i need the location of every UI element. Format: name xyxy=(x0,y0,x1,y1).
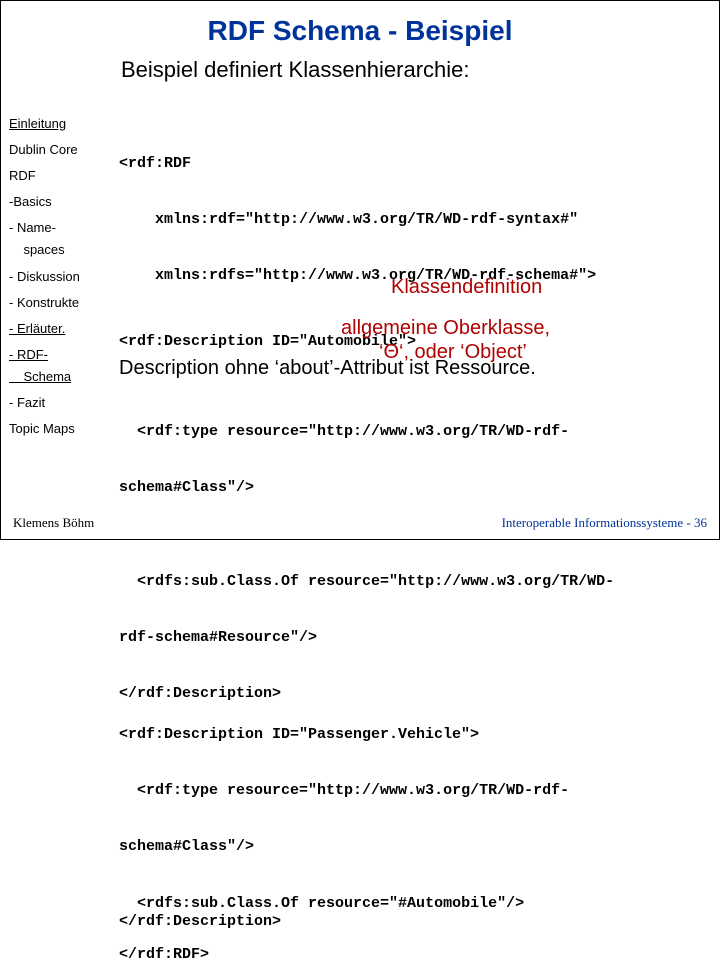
code-line: <rdf:type resource="http://www.w3.org/TR… xyxy=(119,782,707,801)
annotation-oberklasse-2: ‘Θ‘, oder ‘Object’ xyxy=(379,341,527,364)
annotation-oberklasse-1: allgemeine Oberklasse, xyxy=(341,317,550,340)
code-close-pv: </rdf:Description> xyxy=(119,913,707,932)
sidebar-label: - Fazit xyxy=(9,395,45,410)
annotation-klassendefinition: Klassendefinition xyxy=(391,276,542,299)
code-subclass-auto: <rdfs:sub.Class.Of resource="http://www.… xyxy=(119,535,707,685)
code-type-auto: <rdf:type resource="http://www.w3.org/TR… xyxy=(119,385,707,535)
footer-author: Klemens Böhm xyxy=(13,515,94,531)
sidebar-item-diskussion[interactable]: - Diskussion xyxy=(9,264,111,290)
sidebar-label: - Diskussion xyxy=(9,269,80,284)
sidebar-item-basics[interactable]: -Basics xyxy=(9,189,111,215)
sidebar-item-konstrukte[interactable]: - Konstrukte xyxy=(9,290,111,316)
sidebar: Einleitung Dublin Core RDF -Basics - Nam… xyxy=(9,111,111,442)
sidebar-item-erlaeuter[interactable]: - Erläuter. xyxy=(9,316,111,342)
sidebar-label: Dublin Core xyxy=(9,142,78,157)
sidebar-label: -Basics xyxy=(9,194,52,209)
sidebar-label: - Konstrukte xyxy=(9,295,79,310)
sidebar-item-dublincore[interactable]: Dublin Core xyxy=(9,137,111,163)
sidebar-label: Einleitung xyxy=(9,116,66,131)
code-rdf-end: </rdf:RDF> xyxy=(119,946,707,965)
sidebar-item-einleitung[interactable]: Einleitung xyxy=(9,111,111,137)
sidebar-item-fazit[interactable]: - Fazit xyxy=(9,390,111,416)
code-line: schema#Class"/> xyxy=(119,479,707,498)
code-line: schema#Class"/> xyxy=(119,838,707,857)
sidebar-label: RDF xyxy=(9,168,36,183)
code-subclass-pv: <rdfs:sub.Class.Of resource="#Automobile… xyxy=(119,895,707,914)
code-line: xmlns:rdf="http://www.w3.org/TR/WD-rdf-s… xyxy=(119,211,707,230)
slide: RDF Schema - Beispiel Beispiel definiert… xyxy=(0,0,720,540)
sidebar-item-rdf[interactable]: RDF xyxy=(9,163,111,189)
code-type-pv: <rdf:type resource="http://www.w3.org/TR… xyxy=(119,745,707,895)
code-close-auto: </rdf:Description> xyxy=(119,685,707,704)
code-line: rdf-schema#Resource"/> xyxy=(119,629,707,648)
subtitle: Beispiel definiert Klassenhierarchie: xyxy=(1,47,719,83)
code-line: <rdf:type resource="http://www.w3.org/TR… xyxy=(119,423,707,442)
sidebar-label: - Erläuter. xyxy=(9,321,65,336)
sidebar-label: - RDF- Schema xyxy=(9,347,71,384)
main-content: <rdf:RDF xmlns:rdf="http://www.w3.org/TR… xyxy=(119,117,707,965)
sidebar-item-topicmaps[interactable]: Topic Maps xyxy=(9,416,111,442)
sidebar-label: Topic Maps xyxy=(9,421,75,436)
sidebar-label: - Name- spaces xyxy=(9,220,65,257)
page-title: RDF Schema - Beispiel xyxy=(1,1,719,47)
code-line: <rdf:RDF xyxy=(119,155,707,174)
spacer xyxy=(119,708,707,726)
sidebar-item-namespaces[interactable]: - Name- spaces xyxy=(9,215,111,263)
code-desc-pv: <rdf:Description ID="Passenger.Vehicle"> xyxy=(119,726,707,745)
footer-page: Interoperable Informationssysteme - 36 xyxy=(502,515,707,531)
code-line: <rdfs:sub.Class.Of resource="http://www.… xyxy=(119,573,707,592)
sidebar-item-rdfschema[interactable]: - RDF- Schema xyxy=(9,342,111,390)
